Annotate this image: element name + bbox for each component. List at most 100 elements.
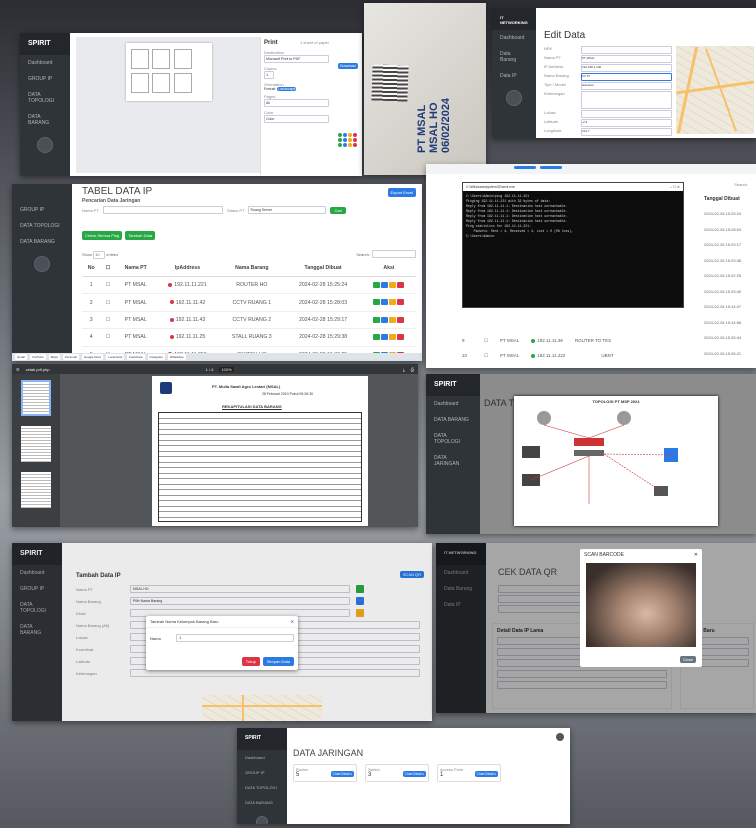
- toggle-icon[interactable]: [506, 90, 522, 106]
- nama-pt-filter[interactable]: [102, 206, 223, 214]
- keterangan-input[interactable]: [581, 91, 672, 109]
- lokasi-input[interactable]: [581, 110, 672, 118]
- edit-button[interactable]: [381, 334, 389, 341]
- sidebar-item-data-topologi[interactable]: DATA TOPOLOGI: [237, 780, 287, 795]
- toggle-icon[interactable]: [37, 137, 53, 153]
- color-select[interactable]: Color: [264, 115, 329, 123]
- view-button[interactable]: [373, 334, 381, 341]
- bookmark-item[interactable]: Maps: [48, 354, 60, 360]
- check-ping-button[interactable]: Check Semua Ping: [82, 231, 123, 240]
- menu-icon[interactable]: ☰: [16, 367, 20, 372]
- nama-barang-input[interactable]: CCTV: [581, 73, 672, 81]
- sidebar-item-data-barang[interactable]: DATA BARANG: [12, 234, 72, 250]
- download-icon[interactable]: ⤓: [403, 367, 405, 372]
- row-checkbox[interactable]: ☐: [100, 276, 116, 295]
- nama-pt-input[interactable]: PT MSAL: [581, 55, 672, 63]
- status-filter[interactable]: Ruang Server: [248, 206, 327, 214]
- simpan-button[interactable]: Simpan Data: [262, 657, 294, 666]
- col-tanggal[interactable]: Tanggal Dibuat: [284, 260, 362, 277]
- longitude-input[interactable]: 104.7: [581, 128, 672, 136]
- bookmark-item[interactable]: Instagram: [147, 354, 165, 360]
- delete-button[interactable]: [397, 282, 405, 288]
- chart-detail-button[interactable]: Chart Detail ▾: [330, 771, 354, 777]
- tutup-button[interactable]: Tutup: [241, 657, 260, 666]
- ip-input[interactable]: 192.168.1.100: [581, 64, 672, 72]
- row-checkbox[interactable]: ☐: [100, 311, 116, 330]
- export-button[interactable]: Export Excel: [387, 188, 416, 197]
- latitude-input[interactable]: -2.9: [581, 119, 672, 127]
- sidebar-item[interactable]: Data Barang: [492, 46, 536, 68]
- delete-button[interactable]: [397, 334, 405, 341]
- col-no[interactable]: No: [82, 260, 101, 277]
- view-button[interactable]: [373, 299, 381, 306]
- copies-input[interactable]: 1: [264, 71, 274, 79]
- bookmark-item[interactable]: Facebook: [127, 354, 145, 360]
- qr-button[interactable]: [389, 334, 397, 341]
- toggle-icon[interactable]: [256, 816, 268, 824]
- bookmark-item[interactable]: WhatsApp: [167, 354, 186, 360]
- delete-button[interactable]: [397, 299, 405, 306]
- sidebar-item-data-barang[interactable]: DATA BARANG: [426, 412, 480, 428]
- tipe-input[interactable]: Hikvision: [581, 82, 672, 90]
- bookmark-item[interactable]: Local Host: [106, 354, 125, 360]
- edit-button[interactable]: [381, 316, 389, 323]
- sidebar-item-data-topologi[interactable]: DATA TOPOLOGI: [426, 428, 480, 450]
- sidebar-item-dashboard[interactable]: Dashboard: [237, 750, 287, 765]
- sidebar-item-data-barang[interactable]: DATA BARANG: [237, 795, 287, 810]
- col-check[interactable]: ☐: [100, 260, 116, 277]
- search-input[interactable]: [372, 250, 416, 258]
- modal-name-input[interactable]: 1: [176, 634, 294, 642]
- sidebar-item[interactable]: DATA BARANG: [20, 109, 70, 131]
- chart-detail-button[interactable]: Chart Detail ▾: [474, 771, 498, 777]
- zoom-level[interactable]: 100%: [219, 366, 234, 372]
- cari-button[interactable]: Cari: [330, 206, 346, 214]
- pages-select[interactable]: All: [264, 99, 329, 107]
- bookmark-item[interactable]: Google Docs: [81, 354, 104, 360]
- entries-select[interactable]: 10: [93, 251, 106, 259]
- delete-button[interactable]: [397, 316, 405, 323]
- col-barang[interactable]: Nama Barang: [219, 260, 285, 277]
- chart-detail-button[interactable]: Chart Detail ▾: [402, 771, 426, 777]
- page-thumbnail[interactable]: [21, 380, 51, 416]
- terminal-window[interactable]: C:\Windows\system32\cmd.exe – ☐ ✕ C:\Use…: [462, 182, 684, 308]
- sidebar-item[interactable]: Data IP: [492, 68, 536, 84]
- sidebar-item-data-jaringan[interactable]: DATA JARINGAN: [426, 450, 480, 472]
- sidebar-item-dashboard[interactable]: Dashboard: [20, 55, 70, 71]
- sidebar-item-group-ip[interactable]: GROUP IP: [12, 202, 72, 218]
- row-checkbox[interactable]: ☐: [100, 328, 116, 347]
- bookmark-item[interactable]: YouTube: [29, 354, 46, 360]
- window-controls-icon[interactable]: – ☐ ✕: [670, 185, 680, 189]
- sidebar-item[interactable]: DATA TOPOLOGI: [20, 87, 70, 109]
- landscape-option[interactable]: Landscape: [277, 87, 297, 91]
- edit-button[interactable]: [381, 282, 389, 288]
- col-ip[interactable]: IpAddress: [155, 260, 220, 277]
- sidebar-item[interactable]: GROUP IP: [20, 71, 70, 87]
- page-thumbnail[interactable]: [21, 426, 51, 462]
- close-button[interactable]: Close: [679, 656, 696, 663]
- view-button[interactable]: [373, 282, 381, 288]
- qr-button[interactable]: [389, 316, 397, 323]
- user-avatar[interactable]: [556, 733, 564, 741]
- sidebar-item-group-ip[interactable]: GROUP IP: [237, 765, 287, 780]
- npk-input[interactable]: [581, 46, 672, 54]
- view-button[interactable]: [373, 316, 381, 323]
- sidebar-item[interactable]: Dashboard: [492, 30, 536, 46]
- row-checkbox[interactable]: ☐: [484, 338, 488, 344]
- portrait-option[interactable]: Portrait: [264, 87, 275, 91]
- destination-select[interactable]: Microsoft Print to PDF: [264, 55, 329, 63]
- print-icon[interactable]: ⎙: [411, 367, 414, 372]
- download-button[interactable]: Download: [338, 63, 358, 69]
- location-map[interactable]: [676, 46, 754, 134]
- add-data-button[interactable]: Tambah Data: [125, 231, 156, 240]
- bookmark-item[interactable]: Gmail: [15, 354, 27, 360]
- close-icon[interactable]: ✕: [694, 552, 698, 558]
- qr-button[interactable]: [389, 282, 397, 288]
- row-checkbox[interactable]: ☐: [100, 293, 116, 312]
- row-checkbox[interactable]: ☐: [484, 353, 488, 359]
- close-icon[interactable]: ✕: [291, 619, 294, 624]
- toggle-icon[interactable]: [34, 256, 50, 272]
- page-thumbnail[interactable]: [21, 472, 51, 508]
- qr-button[interactable]: [389, 299, 397, 306]
- bookmark-item[interactable]: Personal: [62, 354, 79, 360]
- location-map[interactable]: [202, 695, 322, 721]
